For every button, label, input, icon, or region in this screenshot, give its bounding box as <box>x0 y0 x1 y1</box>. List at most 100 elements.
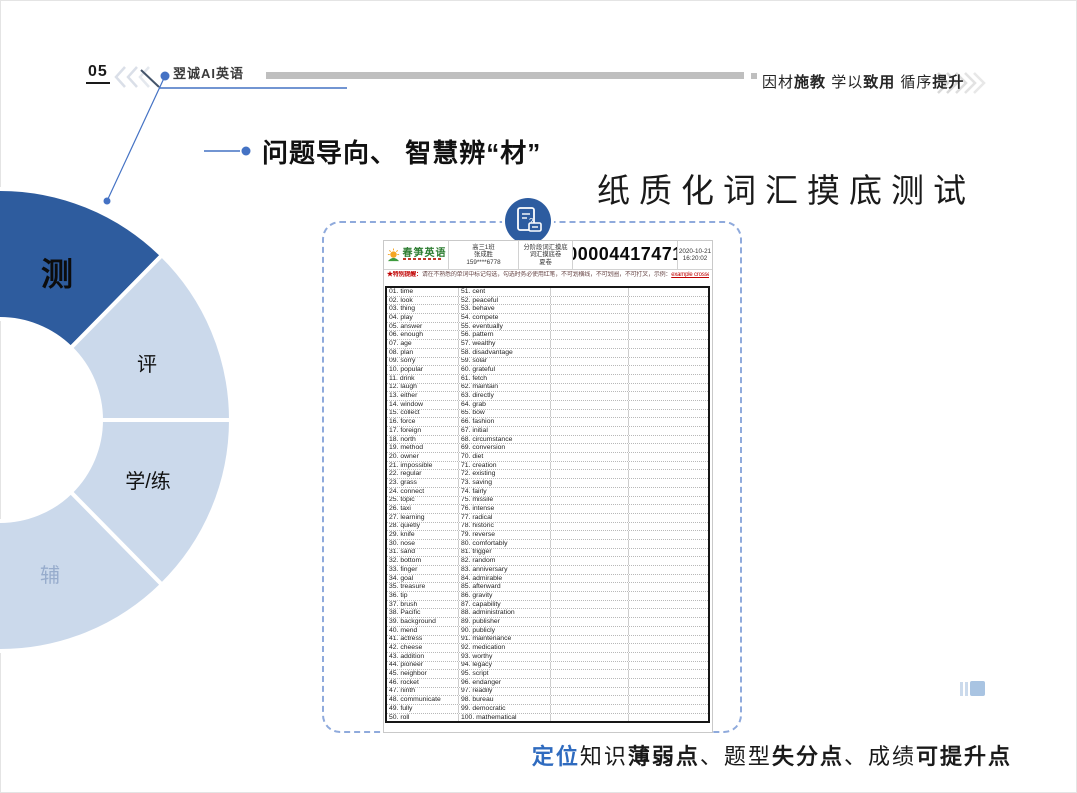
word-cell: 14. window <box>387 401 459 409</box>
table-row: 09. sorry59. solar <box>387 358 708 367</box>
table-row: 22. regular72. existing <box>387 470 708 479</box>
word-cell: 83. anniversary <box>459 566 551 574</box>
empty-cell <box>629 288 708 296</box>
empty-cell <box>551 288 629 296</box>
empty-cell <box>629 418 708 426</box>
table-row: 07. age57. wealthy <box>387 340 708 349</box>
table-row: 24. connect74. fairly <box>387 488 708 497</box>
word-cell: 84. admirable <box>459 575 551 583</box>
word-cell: 32. bottom <box>387 557 459 565</box>
empty-cell <box>551 688 629 696</box>
text-segment: 致用 <box>863 74 895 91</box>
word-cell: 22. regular <box>387 470 459 478</box>
table-row: 38. Pacific88. administration <box>387 609 708 618</box>
empty-cell <box>551 653 629 661</box>
empty-cell <box>629 505 708 513</box>
notice-line: ★特别提醒：请在不熟悉的单词中标记勾选，勾选时务必使用红笔，不可划横线，不可划圈… <box>387 271 709 279</box>
empty-cell <box>629 384 708 392</box>
word-cell: 45. neighbor <box>387 670 459 678</box>
title-bullet <box>204 147 251 156</box>
notice-example: example crossed <box>671 272 709 278</box>
watermark-icon <box>960 681 985 696</box>
table-row: 33. finger83. anniversary <box>387 566 708 575</box>
empty-cell <box>551 714 629 722</box>
word-cell: 82. random <box>459 557 551 565</box>
word-cell: 85. afterward <box>459 583 551 591</box>
table-row: 04. play54. compete <box>387 314 708 323</box>
text-segment: 成绩 <box>868 744 916 769</box>
empty-cell <box>551 531 629 539</box>
empty-cell <box>629 427 708 435</box>
table-row: 47. ninth97. readily <box>387 688 708 697</box>
empty-cell <box>629 470 708 478</box>
word-cell: 59. solar <box>459 358 551 366</box>
word-cell: 86. gravity <box>459 592 551 600</box>
empty-cell <box>551 375 629 383</box>
empty-cell <box>551 662 629 670</box>
presentation-slide: 测 评 学/练 辅 05 翌诚AI英语 因材施教 学以致用 循序提升 问题导向、… <box>0 0 1077 793</box>
word-cell: 37. brush <box>387 601 459 609</box>
empty-cell <box>551 514 629 522</box>
text-segment: 题型 <box>724 744 772 769</box>
callout-dot-top <box>161 72 170 81</box>
word-cell: 04. play <box>387 314 459 322</box>
word-cell: 70. diet <box>459 453 551 461</box>
empty-cell <box>551 583 629 591</box>
empty-cell <box>629 497 708 505</box>
empty-cell <box>551 575 629 583</box>
empty-cell <box>551 331 629 339</box>
datetime-cell: 2020-10-21 16:20:02 <box>678 241 712 269</box>
text-segment: 因材 <box>762 74 794 91</box>
empty-cell <box>629 670 708 678</box>
word-cell: 65. bow <box>459 410 551 418</box>
ring-label-ce: 测 <box>17 249 97 295</box>
word-cell: 53. behave <box>459 305 551 313</box>
table-row: 31. sand81. trigger <box>387 549 708 558</box>
brand-logo-text: 翌诚AI英语 <box>173 63 244 82</box>
paper-info: 分阶段词汇摸底 词汇摸底卷 夏卷 <box>519 241 573 269</box>
word-cell: 95. script <box>459 670 551 678</box>
empty-cell <box>551 566 629 574</box>
table-row: 08. plan58. disadvantage <box>387 349 708 358</box>
empty-cell <box>551 609 629 617</box>
empty-cell <box>629 557 708 565</box>
word-cell: 10. popular <box>387 366 459 374</box>
text-segment: 知识 <box>580 744 628 769</box>
empty-cell <box>629 358 708 366</box>
empty-cell <box>551 670 629 678</box>
empty-cell <box>551 462 629 470</box>
word-cell: 93. worthy <box>459 653 551 661</box>
empty-cell <box>551 696 629 704</box>
word-cell: 41. actress <box>387 636 459 644</box>
header-divider-cap <box>751 73 757 79</box>
word-cell: 88. administration <box>459 609 551 617</box>
empty-cell <box>629 488 708 496</box>
word-cell: 46. rocket <box>387 679 459 687</box>
word-cell: 98. bureau <box>459 696 551 704</box>
table-row: 16. force66. fashion <box>387 418 708 427</box>
text-segment: 施教 <box>794 74 826 91</box>
empty-cell <box>551 323 629 331</box>
table-row: 14. window64. grab <box>387 401 708 410</box>
table-row: 46. rocket96. endanger <box>387 679 708 688</box>
ring-label-xuelian: 学/练 <box>98 465 198 494</box>
empty-cell <box>629 662 708 670</box>
word-cell: 18. north <box>387 436 459 444</box>
empty-cell <box>551 410 629 418</box>
table-row: 34. goal84. admirable <box>387 575 708 584</box>
table-row: 18. north68. circumstance <box>387 436 708 445</box>
word-cell: 39. background <box>387 618 459 626</box>
word-cell: 69. conversion <box>459 444 551 452</box>
empty-cell <box>629 714 708 722</box>
empty-cell <box>551 297 629 305</box>
word-cell: 36. tip <box>387 592 459 600</box>
empty-cell <box>629 653 708 661</box>
text-segment: 薄弱点 <box>628 744 700 769</box>
word-cell: 76. intense <box>459 505 551 513</box>
empty-cell <box>629 583 708 591</box>
table-row: 49. fully99. democratic <box>387 705 708 714</box>
word-cell: 49. fully <box>387 705 459 713</box>
word-table: 01. time51. cent02. look52. peaceful03. … <box>385 286 710 723</box>
empty-cell <box>551 636 629 644</box>
empty-cell <box>629 531 708 539</box>
